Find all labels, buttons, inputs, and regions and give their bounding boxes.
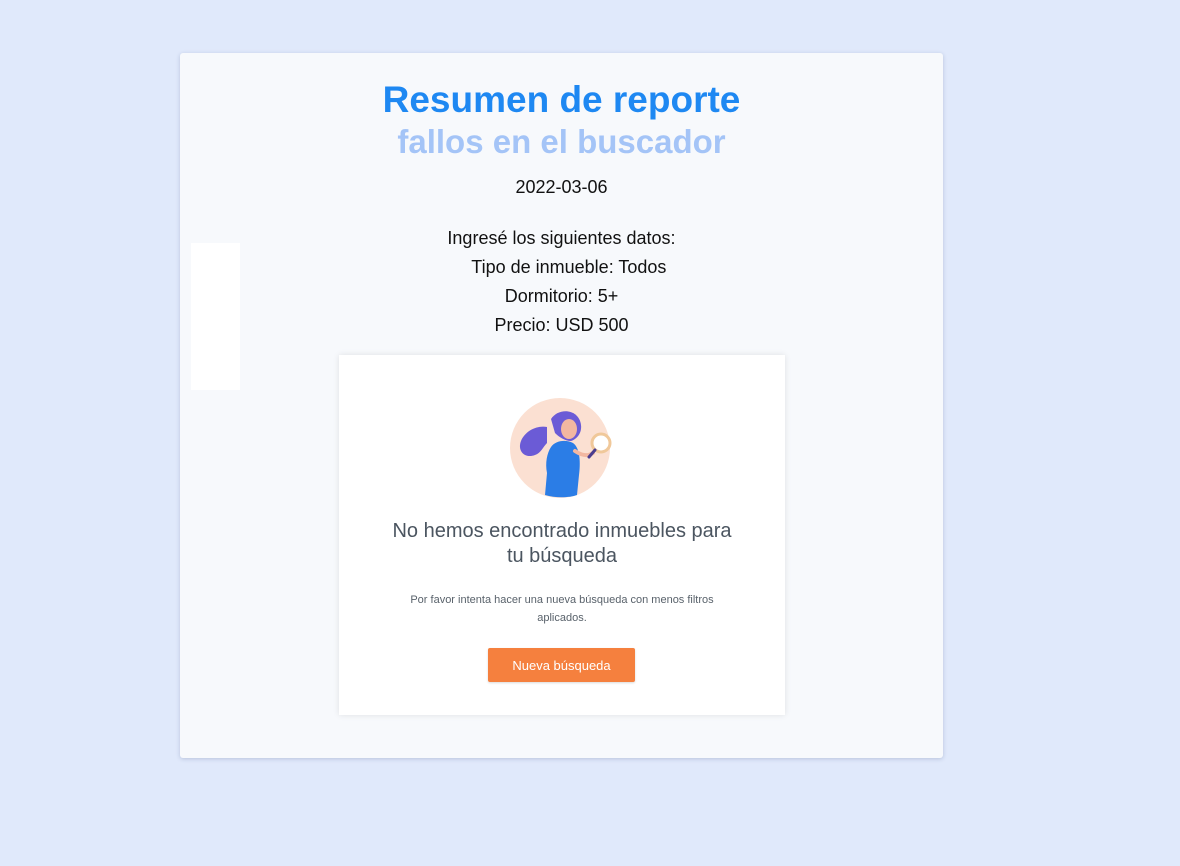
empty-state-description: Por favor intenta hacer una nueva búsque… [410,594,714,624]
new-search-button[interactable]: Nueva búsqueda [488,648,635,682]
report-date: 2022-03-06 [515,177,608,197]
woman-with-magnifier-illustration [510,398,612,498]
details-intro: Ingresé los siguientes datos: [447,228,676,248]
detail-property-type: Tipo de inmueble: Todos [456,257,667,277]
report-subtitle: fallos en el buscador [397,123,726,160]
report-title: Resumen de reporte [382,79,741,120]
detail-price: Precio: USD 500 [494,315,629,335]
report-details: Ingresé los siguientes datos: Tipo de in… [180,224,943,340]
empty-state-heading: No hemos encontrado inmuebles para tu bú… [392,520,732,567]
detail-bedrooms: Dormitorio: 5+ [504,286,619,306]
report-card: Resumen de reporte fallos en el buscador… [180,53,943,758]
embedded-screenshot: No hemos encontrado inmuebles para tu bú… [339,355,785,715]
